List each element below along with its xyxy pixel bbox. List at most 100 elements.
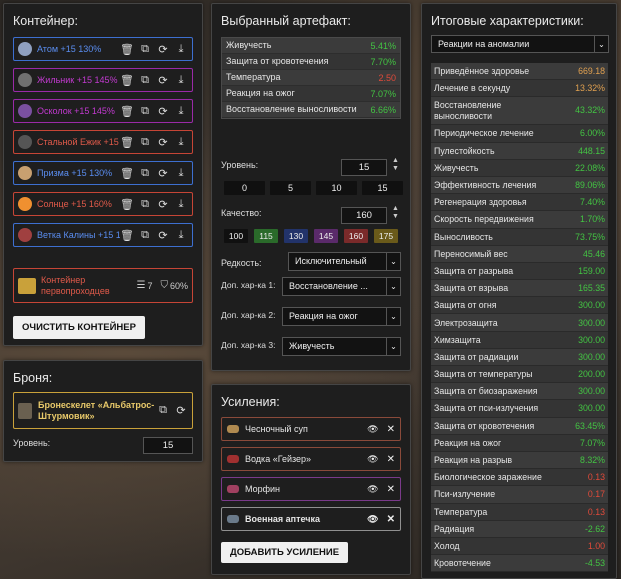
trash-icon[interactable]: 🗑 — [120, 43, 134, 56]
artifact-stat-value: 7.07% — [370, 88, 396, 99]
container-item[interactable]: Жильник +15 145% 🗑 ⧉ ⟳ ⤓ — [13, 68, 193, 92]
trash-icon[interactable]: 🗑 — [120, 198, 134, 211]
clear-container-button[interactable]: ОЧИСТИТЬ КОНТЕЙНЕР — [13, 316, 145, 339]
refresh-icon[interactable]: ⟳ — [156, 167, 170, 180]
extra2-value: Реакция на ожог — [289, 311, 358, 321]
eye-icon[interactable]: 👁 — [367, 454, 378, 465]
quality-preset-button[interactable]: 100 — [224, 229, 248, 243]
trash-icon[interactable]: 🗑 — [120, 105, 134, 118]
container-protection: 60% — [169, 280, 188, 291]
totals-value: 73.75% — [575, 231, 605, 242]
totals-value: 43.32% — [575, 105, 605, 116]
container-item[interactable]: Солнце +15 160% 🗑 ⧉ ⟳ ⤓ — [13, 192, 193, 216]
refresh-icon[interactable]: ⟳ — [174, 404, 188, 417]
totals-value: -4.53 — [584, 558, 605, 569]
totals-value: 300.00 — [578, 351, 605, 362]
extra2-select[interactable]: Реакция на ожог ⌄ — [282, 307, 401, 326]
armor-level-input[interactable]: 15 — [143, 437, 193, 454]
totals-value: 22.08% — [575, 162, 605, 173]
copy-icon[interactable]: ⧉ — [138, 229, 152, 242]
boost-name: Морфин — [245, 484, 281, 494]
boost-item[interactable]: Военная аптечка 👁 ✕ — [221, 507, 401, 531]
rarity-value: Исключительный — [295, 256, 367, 266]
download-icon[interactable]: ⤓ — [174, 43, 188, 56]
eye-icon[interactable]: 👁 — [367, 484, 378, 495]
totals-value: 6.00% — [580, 128, 605, 139]
level-preset-button[interactable]: 0 — [224, 181, 265, 195]
add-boost-button[interactable]: ДОБАВИТЬ УСИЛЕНИЕ — [221, 542, 349, 563]
totals-label: Скорость передвижения — [434, 214, 534, 225]
copy-icon[interactable]: ⧉ — [138, 105, 152, 118]
eye-icon[interactable]: 👁 — [367, 424, 378, 435]
quality-preset-button[interactable]: 175 — [374, 229, 398, 243]
trash-icon[interactable]: 🗑 — [120, 167, 134, 180]
refresh-icon[interactable]: ⟳ — [156, 198, 170, 211]
extra3-select[interactable]: Живучесть ⌄ — [282, 337, 401, 356]
armor-item[interactable]: Бронескелет «Альбатрос-Штурмовик» ⧉ ⟳ — [13, 392, 193, 429]
download-icon[interactable]: ⤓ — [174, 229, 188, 242]
quality-stepper-icon[interactable]: ▲ ▼ — [392, 205, 399, 221]
totals-value: 300.00 — [578, 300, 605, 311]
level-preset-button[interactable]: 5 — [270, 181, 311, 195]
totals-filter-select[interactable]: Реакции на аномалии ⌄ — [431, 35, 609, 53]
refresh-icon[interactable]: ⟳ — [156, 43, 170, 56]
totals-row: Защита от температуры 200.00 — [431, 366, 608, 384]
container-item[interactable]: Осколок +15 145% 🗑 ⧉ ⟳ ⤓ — [13, 99, 193, 123]
quality-input[interactable]: 160 — [341, 207, 387, 224]
shield-icon: ⛉ — [160, 280, 168, 291]
container-case[interactable]: Контейнер первопроходцев ☰ 7 ⛉ 60% — [13, 268, 193, 303]
refresh-icon[interactable]: ⟳ — [156, 136, 170, 149]
level-preset-button[interactable]: 15 — [362, 181, 403, 195]
download-icon[interactable]: ⤓ — [174, 198, 188, 211]
level-stepper-icon[interactable]: ▲ ▼ — [392, 157, 399, 173]
chevron-down-icon: ⌄ — [386, 338, 400, 355]
totals-value: 1.70% — [580, 214, 605, 225]
totals-label: Живучесть — [434, 162, 479, 173]
quality-preset-button[interactable]: 160 — [344, 229, 368, 243]
artifact-level-input[interactable]: 15 — [341, 159, 387, 176]
boost-item[interactable]: Чесночный суп 👁 ✕ — [221, 417, 401, 441]
totals-label: Защита от огня — [434, 300, 497, 311]
copy-icon[interactable]: ⧉ — [156, 404, 170, 417]
container-item[interactable]: Ветка Калины +15 130%🗑 ⧉ ⟳ ⤓ — [13, 223, 193, 247]
download-icon[interactable]: ⤓ — [174, 105, 188, 118]
close-icon[interactable]: ✕ — [387, 454, 395, 465]
quality-preset-button[interactable]: 145 — [314, 229, 338, 243]
copy-icon[interactable]: ⧉ — [138, 43, 152, 56]
container-panel: Контейнер: Атом +15 130% 🗑 ⧉ ⟳ ⤓ Жильник +15 … — [3, 3, 203, 346]
copy-icon[interactable]: ⧉ — [138, 74, 152, 87]
trash-icon[interactable]: 🗑 — [120, 136, 134, 149]
refresh-icon[interactable]: ⟳ — [156, 74, 170, 87]
close-icon[interactable]: ✕ — [387, 424, 395, 435]
container-item[interactable]: Стальной Ежик +15 160%🗑 ⧉ ⟳ ⤓ — [13, 130, 193, 154]
copy-icon[interactable]: ⧉ — [138, 136, 152, 149]
close-icon[interactable]: ✕ — [387, 514, 395, 525]
download-icon[interactable]: ⤓ — [174, 136, 188, 149]
rarity-label: Редкость: — [221, 258, 262, 268]
container-item[interactable]: Атом +15 130% 🗑 ⧉ ⟳ ⤓ — [13, 37, 193, 61]
totals-value: 0.17 — [587, 489, 605, 500]
refresh-icon[interactable]: ⟳ — [156, 105, 170, 118]
extra1-select[interactable]: Восстановление ... ⌄ — [282, 277, 401, 296]
totals-label: Защита от кровотечения — [434, 420, 535, 431]
quality-preset-button[interactable]: 115 — [254, 229, 278, 243]
refresh-icon[interactable]: ⟳ — [156, 229, 170, 242]
rarity-select[interactable]: Исключительный ⌄ — [288, 252, 401, 271]
level-preset-button[interactable]: 10 — [316, 181, 357, 195]
trash-icon[interactable]: 🗑 — [120, 74, 134, 87]
boost-item[interactable]: Водка «Гейзер» 👁 ✕ — [221, 447, 401, 471]
download-icon[interactable]: ⤓ — [174, 74, 188, 87]
eye-icon[interactable]: 👁 — [367, 514, 378, 525]
download-icon[interactable]: ⤓ — [174, 167, 188, 180]
totals-row: Химзащита 300.00 — [431, 331, 608, 349]
close-icon[interactable]: ✕ — [387, 484, 395, 495]
copy-icon[interactable]: ⧉ — [138, 198, 152, 211]
boost-item[interactable]: Морфин 👁 ✕ — [221, 477, 401, 501]
totals-value: 8.32% — [580, 455, 605, 466]
chevron-down-icon: ⌄ — [386, 308, 400, 325]
boost-icon — [227, 485, 239, 493]
quality-preset-button[interactable]: 130 — [284, 229, 308, 243]
trash-icon[interactable]: 🗑 — [120, 229, 134, 242]
copy-icon[interactable]: ⧉ — [138, 167, 152, 180]
container-item[interactable]: Призма +15 130% 🗑 ⧉ ⟳ ⤓ — [13, 161, 193, 185]
